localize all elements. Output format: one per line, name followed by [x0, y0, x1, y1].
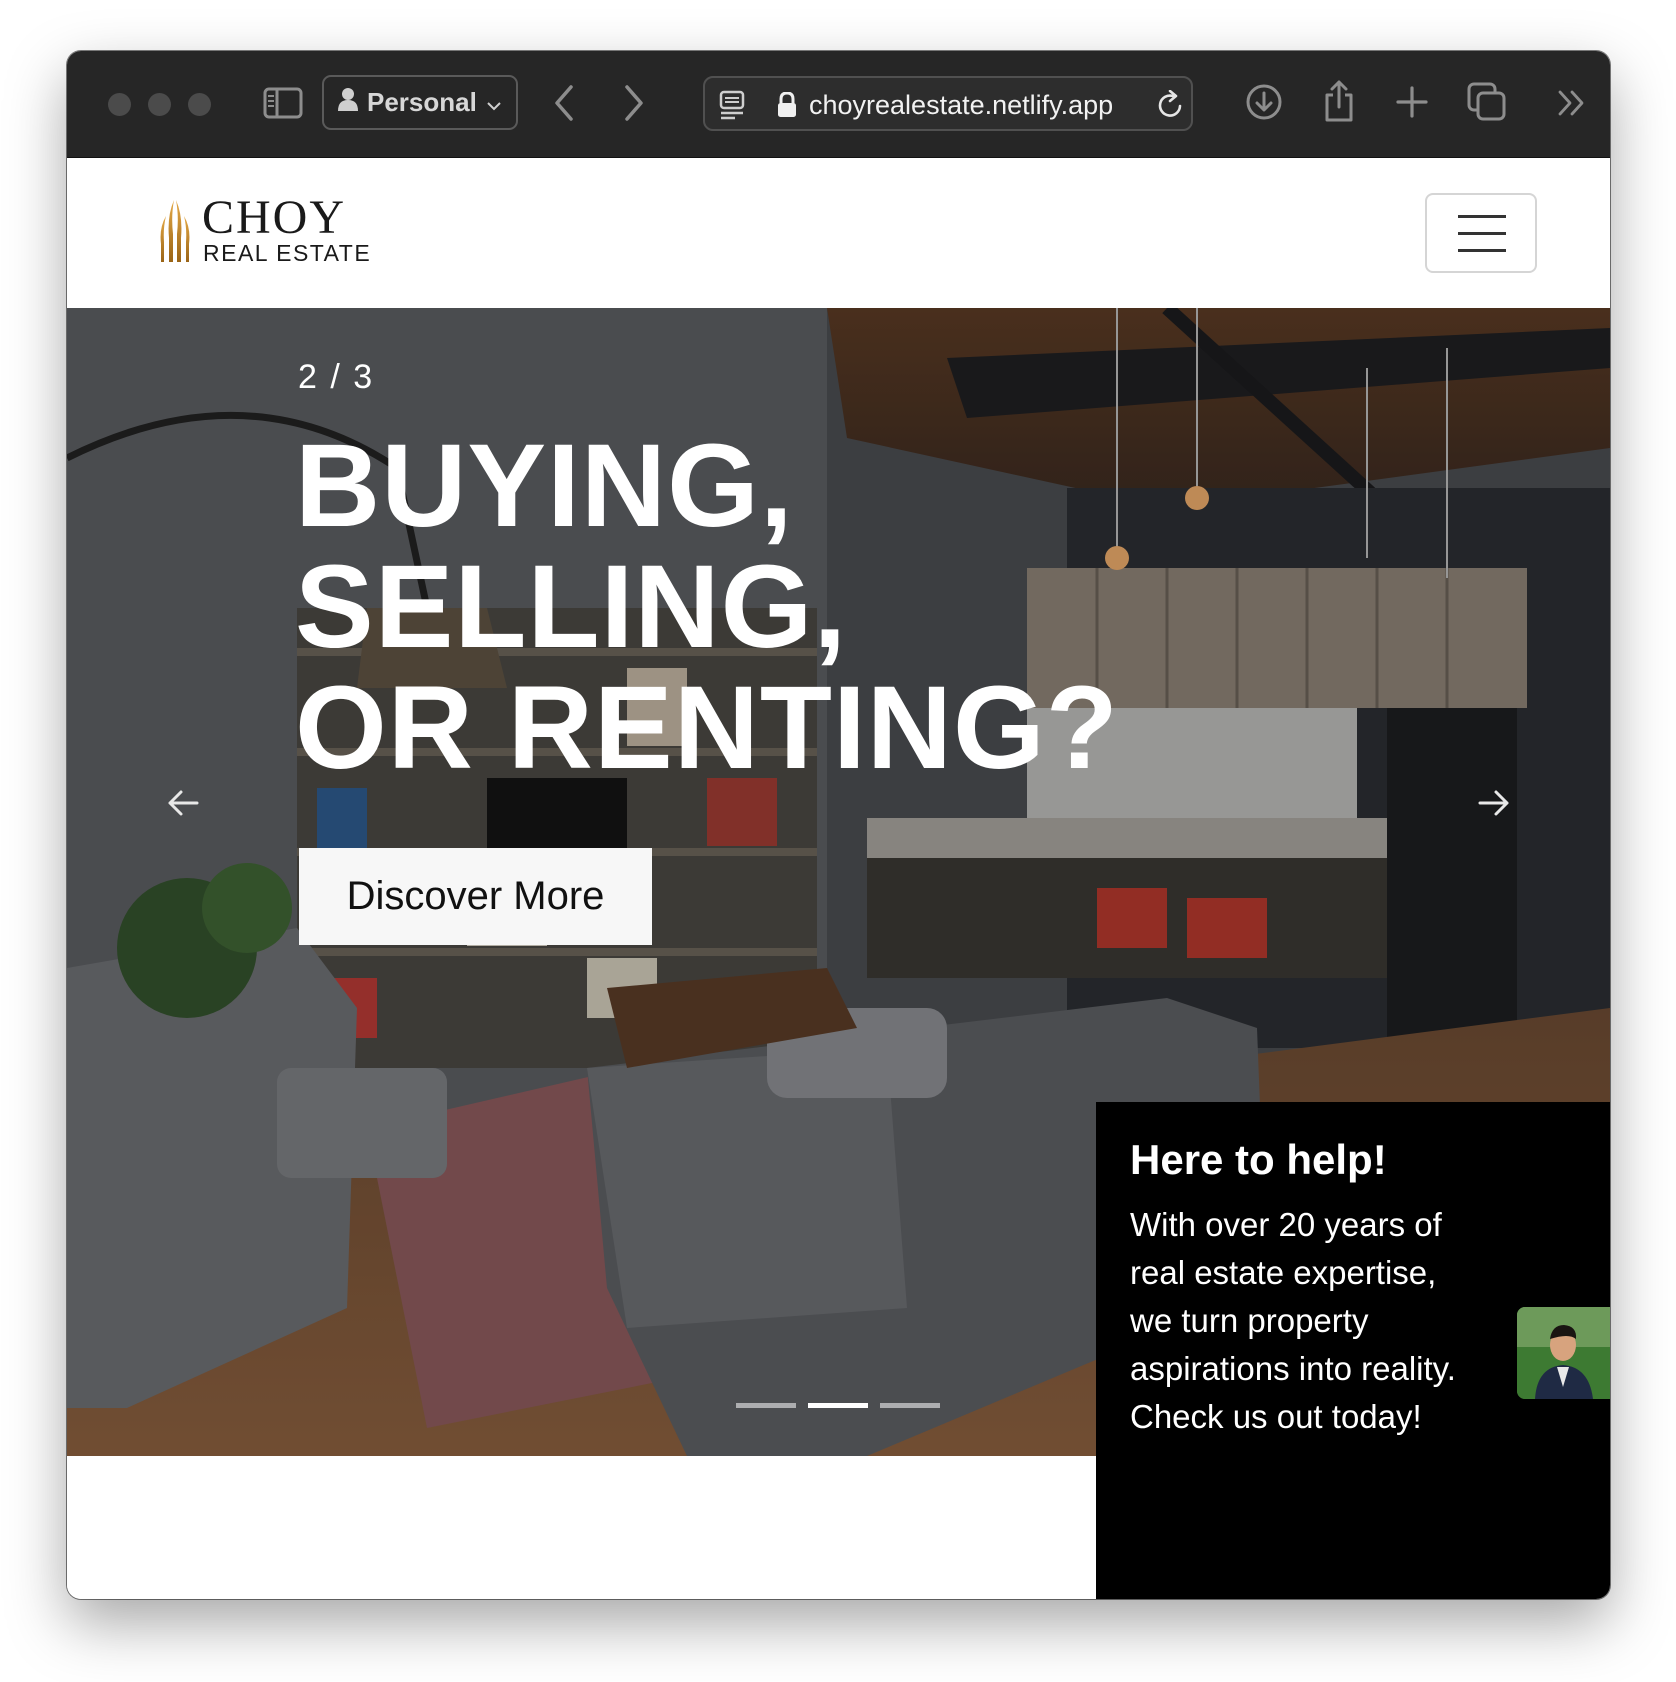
brand-name: CHOY	[202, 191, 347, 244]
headline-line: OR RENTING?	[295, 662, 1119, 794]
browser-toolbar: Personal choyrealestate.netlify.app	[67, 51, 1610, 158]
reader-icon[interactable]	[719, 90, 747, 120]
menu-toggle-button[interactable]	[1425, 193, 1537, 273]
address-bar[interactable]: choyrealestate.netlify.app	[703, 76, 1193, 131]
more-tabs-icon[interactable]	[1557, 89, 1587, 117]
share-icon[interactable]	[1322, 79, 1356, 123]
person-icon	[338, 87, 358, 118]
carousel-indicator-3[interactable]	[880, 1403, 940, 1408]
previous-slide-arrow-icon[interactable]	[167, 789, 199, 822]
hamburger-icon	[1458, 215, 1506, 218]
url-text: choyrealestate.netlify.app	[809, 90, 1114, 120]
reload-icon[interactable]	[1157, 90, 1185, 120]
site-header: CHOY REAL ESTATE	[67, 158, 1610, 308]
headline-line: SELLING,	[295, 541, 848, 673]
browser-window: Personal choyrealestate.netlify.app CHOY…	[67, 51, 1610, 1599]
zoom-window-button[interactable]	[188, 93, 211, 116]
headline-line: BUYING,	[295, 420, 794, 552]
sidebar-toggle-icon[interactable]	[263, 85, 303, 121]
minimize-window-button[interactable]	[148, 93, 171, 116]
agent-photo	[1517, 1307, 1610, 1399]
carousel-indicator-2[interactable]	[808, 1403, 868, 1408]
help-title: Here to help!	[1130, 1136, 1387, 1183]
slide-counter: 2 / 3	[298, 358, 375, 396]
hero-headline: BUYING, SELLING, OR RENTING?	[295, 426, 1119, 789]
lock-icon	[777, 92, 797, 118]
new-tab-icon[interactable]	[1396, 86, 1428, 118]
brand-subtitle: REAL ESTATE	[203, 240, 372, 266]
chevron-down-icon	[487, 87, 501, 118]
help-body: With over 20 years of real estate expert…	[1130, 1206, 1456, 1435]
next-slide-arrow-icon[interactable]	[1478, 789, 1510, 822]
close-window-button[interactable]	[108, 93, 131, 116]
tab-overview-icon[interactable]	[1467, 82, 1507, 122]
download-icon[interactable]	[1245, 83, 1283, 121]
profile-selector[interactable]: Personal	[322, 75, 518, 130]
profile-label: Personal	[367, 87, 477, 117]
agent-avatar[interactable]	[1517, 1307, 1610, 1399]
back-icon[interactable]	[552, 83, 576, 123]
discover-more-button[interactable]: Discover More	[299, 848, 652, 945]
forward-icon[interactable]	[622, 83, 646, 123]
carousel-indicator-1[interactable]	[736, 1403, 796, 1408]
choy-logo[interactable]: CHOY REAL ESTATE	[157, 194, 377, 268]
logo-mark-icon	[160, 200, 190, 262]
